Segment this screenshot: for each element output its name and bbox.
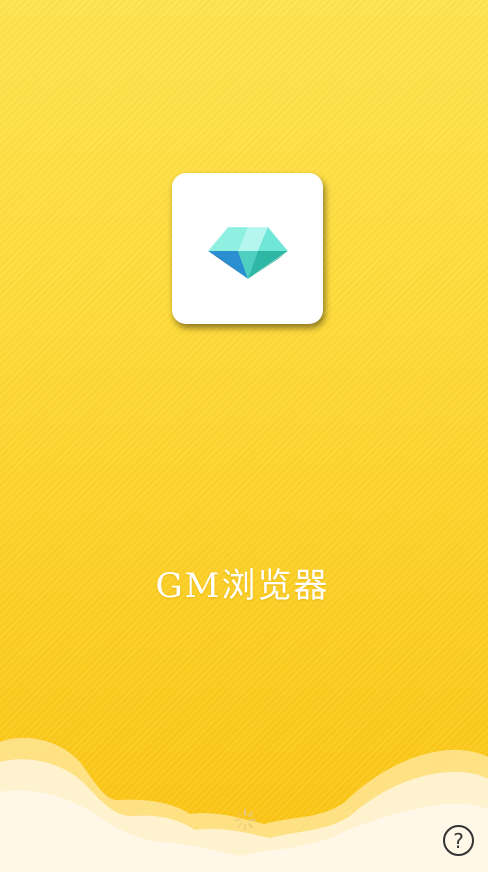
splash-screen: GM浏览器 ?: [0, 0, 491, 872]
help-icon: ?: [453, 828, 464, 853]
app-title: GM浏览器: [155, 566, 330, 606]
help-button[interactable]: ?: [443, 825, 474, 856]
loading-spinner-icon: [233, 808, 257, 832]
diamond-icon: [207, 226, 288, 279]
app-logo: [172, 173, 323, 324]
cloud-decoration: [0, 737, 491, 872]
